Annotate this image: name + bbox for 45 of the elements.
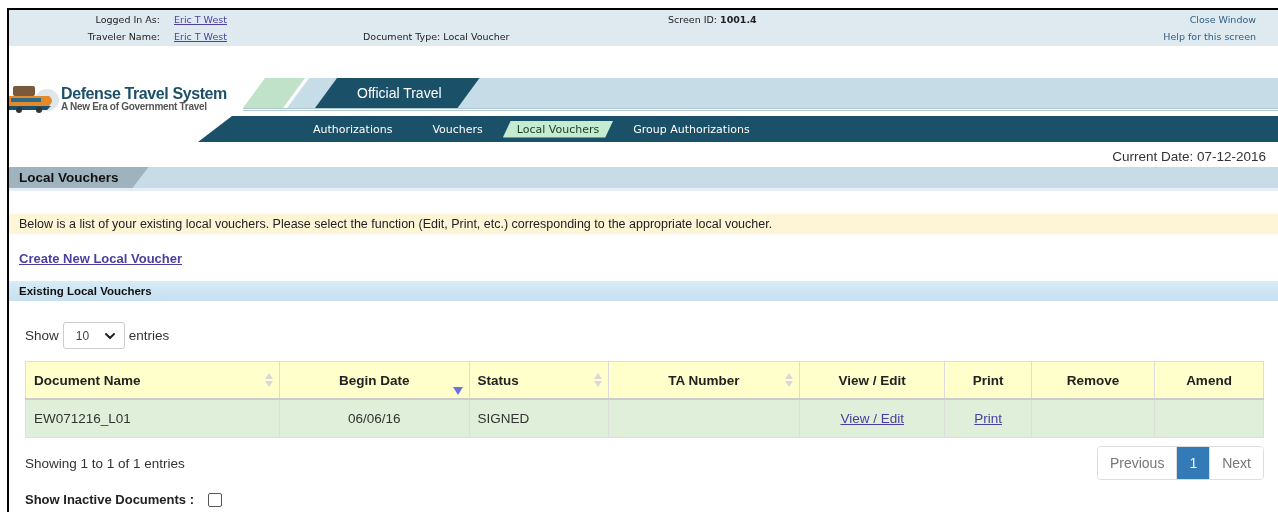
page-button[interactable]: Next [1209,447,1263,479]
logged-in-label: Logged In As: [94,14,160,25]
document-type: Document Type: Local Voucher [363,31,511,42]
main-tab[interactable]: Official Travel [315,78,480,108]
entries-info: Showing 1 to 1 of 1 entries [25,455,185,471]
help-link[interactable]: Help for this screen [1163,31,1278,42]
logo-title: Defense Travel System [61,86,227,102]
page-button[interactable]: 1 [1176,447,1210,479]
inactive-label: Show Inactive Documents : [25,492,195,507]
column-header: Print [944,361,1032,399]
traveler-label: Traveler Name: [86,31,160,42]
sort-icon[interactable] [785,373,794,387]
nav-tab[interactable]: Vouchers [412,120,503,138]
table-cell: SIGNED [469,399,608,438]
column-header: Remove [1031,361,1155,399]
nav-tab[interactable]: Authorizations [293,120,413,138]
logo-subtitle: A New Era of Government Travel [61,102,207,112]
sort-descending-icon[interactable] [452,387,463,395]
column-header: Amend [1154,361,1264,399]
table-link[interactable]: Print [974,411,1002,426]
sort-icon[interactable] [593,373,602,387]
section-title: Local Vouchers [9,167,149,188]
entries-label: entries [128,328,170,343]
create-voucher-link[interactable]: Create New Local Voucher [19,251,183,266]
traveler-link[interactable]: Eric T West [160,31,363,42]
user-link[interactable]: Eric T West [160,14,363,25]
nav-tab[interactable]: Local Vouchers [502,120,614,138]
current-date: Current Date: 07-12-2016 [1112,149,1266,164]
column-header[interactable]: Document Name [25,361,280,399]
close-window-link[interactable]: Close Window [1163,14,1278,25]
logo-icon [9,84,59,114]
column-header: View / Edit [799,361,945,399]
table-cell: EW071216_L01 [25,399,280,438]
column-header[interactable]: Begin Date [279,361,470,399]
entries-select[interactable]: 10 [62,322,125,349]
sort-icon[interactable] [264,373,273,387]
table-cell: 06/06/16 [279,399,470,438]
show-label: Show [25,328,59,343]
info-message: Below is a list of your existing local vouchers. Please select the function (Edit, Print, etc.) corresponding to the appropriate local voucher. [9,214,1278,234]
table-link[interactable]: View / Edit [840,411,904,426]
column-header[interactable]: Status [469,361,608,399]
table-title: Existing Local Vouchers [9,281,1278,301]
nav-tab[interactable]: Group Authorizations [613,120,770,138]
screen-id: Screen ID: 1001.4 [668,14,758,25]
column-header[interactable]: TA Number [608,361,800,399]
